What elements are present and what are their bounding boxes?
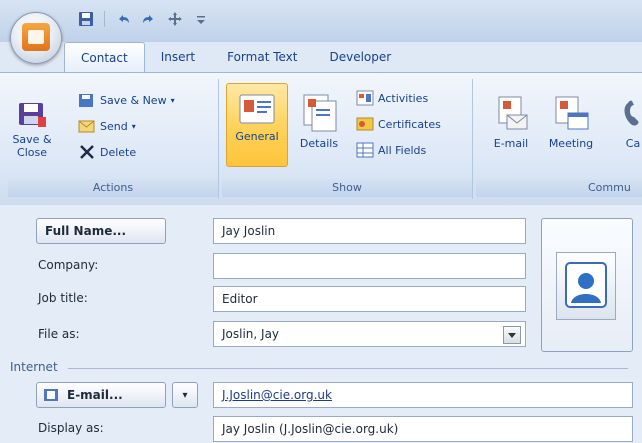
email-button-label: E-mail... [67, 388, 123, 402]
delete-button[interactable]: Delete [78, 141, 136, 163]
contact-picture-frame [556, 252, 616, 320]
general-icon [239, 94, 275, 124]
send-button[interactable]: Send ▾ [78, 115, 136, 137]
send-label: Send [100, 119, 128, 133]
full-name-input[interactable]: Jay Joslin [213, 218, 526, 244]
activities-icon [356, 90, 374, 106]
details-label: Details [299, 137, 339, 150]
email-input[interactable]: J.Joslin@cie.org.uk [213, 382, 633, 408]
group-actions: Save & Close Save & New ▾ Send ▾ Delete … [8, 79, 219, 199]
job-title-label: Job title: [38, 291, 88, 305]
display-as-value: Jay Joslin (J.Joslin@cie.org.uk) [222, 422, 399, 436]
email-dropdown-button[interactable]: ▾ [172, 382, 198, 408]
certificates-button[interactable]: Certificates [356, 113, 441, 135]
internet-section-divider [68, 368, 628, 369]
call-label: Ca [625, 137, 641, 150]
details-icon [303, 94, 337, 132]
customize-qat-icon[interactable] [193, 11, 209, 27]
full-name-value: Jay Joslin [222, 224, 276, 238]
move-icon[interactable] [167, 11, 183, 27]
job-title-input[interactable]: Editor [213, 286, 526, 312]
general-label: General [235, 130, 279, 143]
meeting-label: Meeting [548, 137, 594, 150]
file-as-value: Joslin, Jay [222, 327, 280, 341]
delete-label: Delete [100, 145, 137, 159]
activities-button[interactable]: Activities [356, 87, 428, 109]
save-close-button[interactable]: Save & Close [12, 99, 52, 159]
full-name-button[interactable]: Full Name... [36, 218, 166, 244]
ribbon: Save & Close Save & New ▾ Send ▾ Delete … [0, 72, 642, 206]
email-dropdown-icon: ▾ [182, 389, 188, 401]
office-button[interactable] [10, 12, 62, 64]
all-fields-button[interactable]: All Fields [356, 139, 426, 161]
send-dropdown-icon[interactable]: ▾ [132, 122, 136, 131]
save-new-icon [79, 94, 93, 107]
activities-label: Activities [378, 91, 429, 105]
meeting-button[interactable]: Meeting [542, 93, 600, 150]
email-button[interactable]: E-mail [486, 93, 536, 150]
save-new-button[interactable]: Save & New ▾ [78, 89, 175, 111]
qat-separator [104, 11, 105, 27]
job-title-value: Editor [222, 292, 258, 306]
file-as-dropdown-icon[interactable] [503, 326, 521, 344]
email-select-button[interactable]: E-mail... [36, 382, 166, 408]
redo-icon[interactable] [141, 11, 157, 27]
phone-icon [624, 100, 639, 126]
email-contact-icon [498, 96, 528, 130]
company-label: Company: [38, 258, 99, 272]
contact-picture-button[interactable] [541, 218, 633, 352]
email-label: E-mail [493, 137, 529, 150]
save-close-label-1: Save & [12, 133, 52, 146]
general-button[interactable]: General [226, 83, 288, 167]
office-button-icon [22, 23, 50, 51]
title-bar [0, 0, 642, 64]
undo-icon[interactable] [115, 11, 131, 27]
group-show-label: Show [222, 179, 472, 197]
save-new-label: Save & New [100, 93, 167, 107]
quick-access-toolbar [78, 8, 209, 30]
certificates-icon [356, 117, 374, 131]
tab-insert[interactable]: Insert [145, 42, 211, 72]
group-actions-label: Actions [8, 179, 218, 197]
group-communicate-label: Commu [476, 179, 642, 197]
email-value: J.Joslin@cie.org.uk [222, 388, 332, 402]
file-as-label: File as: [38, 327, 80, 341]
all-fields-label: All Fields [378, 143, 427, 157]
save-icon[interactable] [78, 11, 94, 27]
full-name-button-label: Full Name... [45, 224, 127, 238]
contact-card-icon [565, 262, 607, 308]
outlook-contact-window: Contact Insert Format Text Developer Sav… [0, 0, 642, 443]
tab-contact[interactable]: Contact [64, 42, 145, 73]
all-fields-icon [356, 142, 374, 158]
group-communicate: E-mail Meeting Ca Commu [476, 79, 642, 199]
email-address-book-icon [44, 389, 58, 401]
meeting-icon [555, 96, 589, 130]
save-close-label-2: Close [17, 146, 47, 159]
call-button[interactable]: Ca [618, 93, 642, 150]
delete-icon [80, 145, 94, 159]
certificates-label: Certificates [378, 117, 441, 131]
internet-section-label: Internet [10, 360, 58, 374]
tab-format-text[interactable]: Format Text [211, 42, 313, 72]
contact-form: Full Name... Jay Joslin Company: Job tit… [0, 205, 642, 443]
company-input[interactable] [213, 253, 526, 279]
save-close-icon [19, 103, 46, 127]
details-button[interactable]: Details [292, 93, 346, 150]
send-icon [78, 120, 95, 133]
display-as-label: Display as: [38, 421, 104, 435]
display-as-input[interactable]: Jay Joslin (J.Joslin@cie.org.uk) [213, 416, 633, 442]
file-as-select[interactable]: Joslin, Jay [213, 321, 526, 347]
save-new-dropdown-icon[interactable]: ▾ [171, 96, 175, 105]
tab-developer[interactable]: Developer [313, 42, 407, 72]
ribbon-tabs: Contact Insert Format Text Developer [64, 42, 407, 73]
group-show: General Details Activities Certificates … [222, 79, 473, 199]
